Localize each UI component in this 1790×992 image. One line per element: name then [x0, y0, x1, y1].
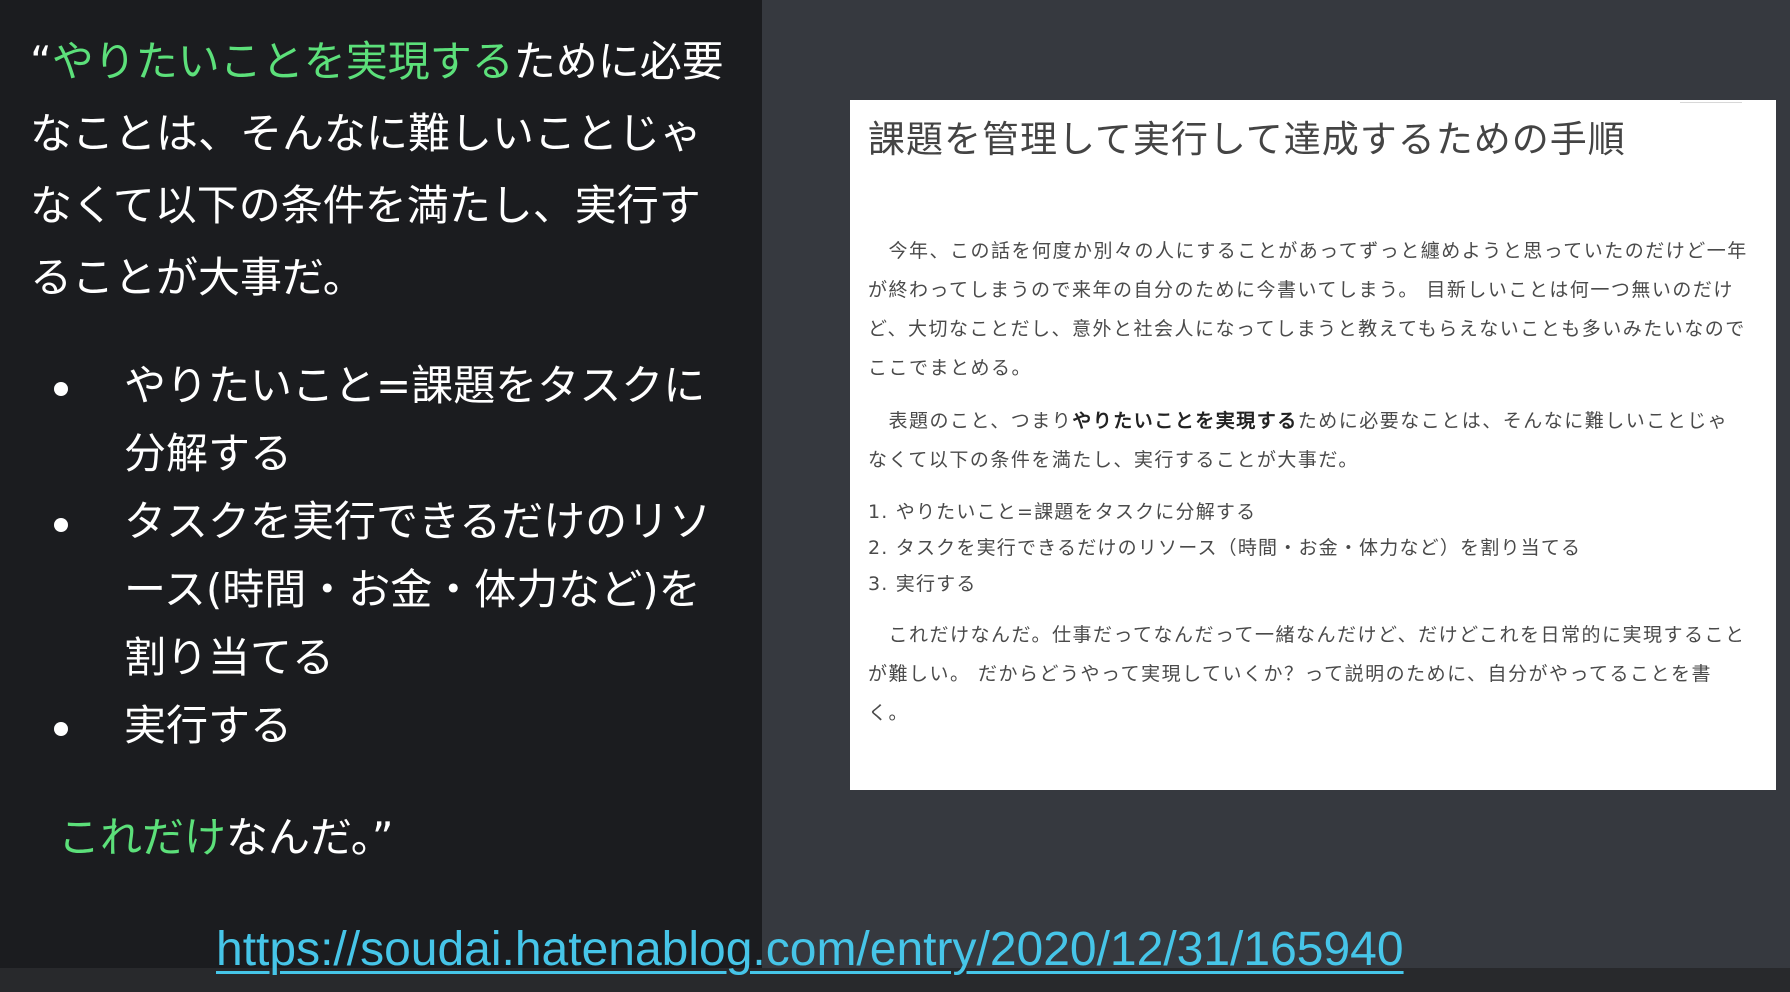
article-paragraph-3-text: これだけなんだ。仕事だってなんだって一緒なんだけど、だけどこれを日常的に実現する…: [868, 624, 1746, 724]
article-list-item: 3. 実行する: [868, 573, 977, 595]
bullet-dot-icon: [54, 722, 68, 736]
bullet-text: やりたいこと=課題をタスクに分解する: [124, 361, 706, 478]
bullet-item: タスクを実行できるだけのリソース(時間・お金・体力など)を割り当てる: [52, 488, 732, 692]
article-paragraph-1-text: 今年、この話を何度か別々の人にすることがあってずっと纏めようと思っていたのだけど…: [868, 240, 1748, 379]
article-body: 今年、この話を何度か別々の人にすることがあってずっと纏めようと思っていたのだけど…: [868, 232, 1748, 747]
article-list: 1. やりたいこと=課題をタスクに分解する 2. タスクを実行できるだけのリソー…: [868, 494, 1748, 602]
card-corner-decoration: [1680, 96, 1742, 103]
bullet-list: やりたいこと=課題をタスクに分解する タスクを実行できるだけのリソース(時間・お…: [52, 352, 732, 760]
bullet-dot-icon: [54, 518, 68, 532]
article-screenshot: 課題を管理して実行して達成するための手順 今年、この話を何度か別々の人にすること…: [850, 100, 1776, 790]
article-title: 課題を管理して実行して達成するための手順: [868, 118, 1626, 161]
article-paragraph-2-bold: やりたいことを実現する: [1072, 410, 1298, 432]
article-paragraph-2-pre: 表題のこと、つまり: [888, 410, 1073, 432]
article-list-item: 1. やりたいこと=課題をタスクに分解する: [868, 501, 1257, 523]
bullet-text: タスクを実行できるだけのリソース(時間・お金・体力など)を割り当てる: [124, 497, 712, 682]
article-paragraph-2: 表題のこと、つまりやりたいことを実現するために必要なことは、そんなに難しいことじ…: [868, 402, 1748, 480]
quote-highlight: やりたいことを実現する: [51, 37, 514, 86]
quote-open-mark: “: [30, 37, 52, 86]
article-list-item: 2. タスクを実行できるだけのリソース（時間・お金・体力など）を割り当てる: [868, 537, 1582, 559]
bullet-text: 実行する: [124, 701, 293, 750]
bullet-item: 実行する: [52, 692, 732, 760]
bullet-item: やりたいこと=課題をタスクに分解する: [52, 352, 732, 488]
source-link[interactable]: https://soudai.hatenablog.com/entry/2020…: [216, 920, 1404, 980]
closing-highlight: これだけ: [58, 813, 227, 862]
article-paragraph-3: これだけなんだ。仕事だってなんだって一緒なんだけど、だけどこれを日常的に実現する…: [868, 616, 1748, 733]
closing-text: これだけなんだ。”: [58, 808, 394, 868]
quote-text: “やりたいことを実現するために必要なことは、そんなに難しいことじゃなくて以下の条…: [30, 26, 730, 314]
bullet-dot-icon: [54, 382, 68, 396]
slide: “やりたいことを実現するために必要なことは、そんなに難しいことじゃなくて以下の条…: [0, 0, 1790, 992]
closing-body: なんだ。”: [226, 813, 394, 862]
article-paragraph-1: 今年、この話を何度か別々の人にすることがあってずっと纏めようと思っていたのだけど…: [868, 232, 1748, 388]
